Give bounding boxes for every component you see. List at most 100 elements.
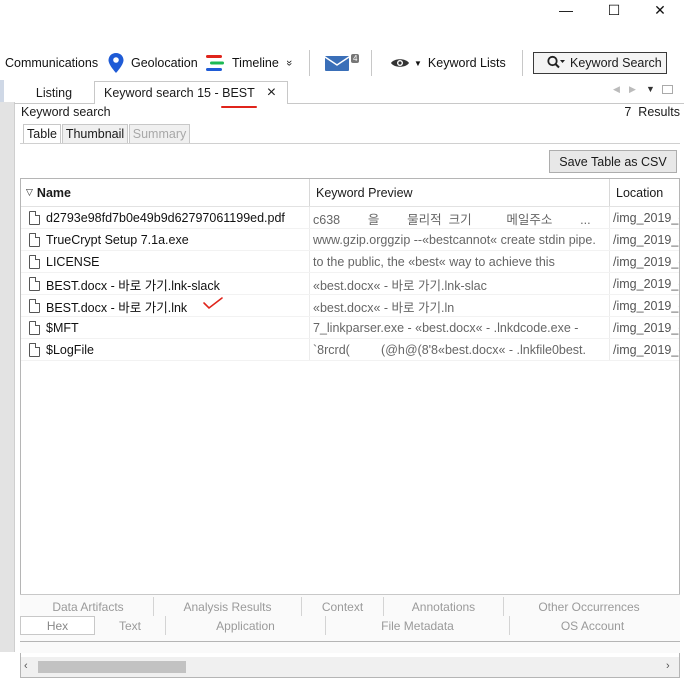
subtab-table-label: Table	[27, 127, 57, 141]
table-row[interactable]: TrueCrypt Setup 7.1a.exe www.gzip.orggzip…	[21, 229, 679, 251]
cell-location: /img_2019_c	[613, 233, 679, 247]
file-name: $LogFile	[46, 343, 94, 357]
scroll-right-arrow-icon[interactable]: ›	[666, 660, 670, 672]
sort-descending-icon: ▽	[26, 187, 33, 197]
mail-icon	[324, 56, 350, 71]
tab-annotations[interactable]: Annotations	[384, 597, 504, 616]
red-checkmark-annotation	[203, 297, 223, 310]
subtab-summary[interactable]: Summary	[129, 124, 190, 144]
mail-button[interactable]: 4	[324, 52, 360, 74]
file-name: BEST.docx - 바로 가기.lnk-slack	[46, 278, 220, 293]
tab-listing-label: Listing	[35, 85, 73, 100]
tab-text[interactable]: Text	[95, 616, 166, 635]
tab-text-label: Text	[118, 618, 141, 633]
file-icon	[29, 211, 40, 225]
cell-location: /img_2019_c	[613, 343, 679, 357]
file-name: $MFT	[46, 321, 79, 335]
timeline-icon	[206, 55, 224, 71]
cell-keyword-preview: www.gzip.orggzip --«bestcannot« create s…	[313, 233, 596, 247]
tab-file-metadata-label: File Metadata	[381, 618, 454, 633]
tab-application[interactable]: Application	[166, 616, 326, 635]
toolbar-divider	[309, 50, 310, 76]
table-row[interactable]: $LogFile `8rcrd( (@h@(8'8«best.docx« - .l…	[21, 339, 679, 361]
column-header-preview-label: Keyword Preview	[316, 185, 413, 200]
toolbar-divider	[371, 50, 372, 76]
toolbar-divider	[522, 50, 523, 76]
subtab-content-border	[20, 143, 680, 144]
cell-name: BEST.docx - 바로 가기.lnk	[29, 295, 309, 317]
subtab-thumbnail[interactable]: Thumbnail	[62, 124, 128, 144]
bottom-content-border	[20, 641, 680, 642]
geolocation-button[interactable]: Geolocation	[107, 52, 198, 74]
column-header-location-label: Location	[616, 185, 664, 200]
table-row[interactable]: BEST.docx - 바로 가기.lnk «best.docx« - 바로 가기…	[21, 295, 679, 317]
cell-keyword-preview: «best.docx« - 바로 가기.ln	[313, 300, 455, 315]
scroll-left-arrow-icon[interactable]: ‹	[24, 660, 28, 672]
table-row[interactable]: $MFT 7_linkparser.exe - «best.docx« - .ln…	[21, 317, 679, 339]
file-icon	[29, 233, 40, 247]
table-row[interactable]: BEST.docx - 바로 가기.lnk-slack «best.docx« -…	[21, 273, 679, 295]
column-header-name[interactable]: ▽ Name	[21, 179, 310, 206]
cell-name: d2793e98fd7b0e49b9d62797061199ed.pdf	[29, 207, 309, 229]
tab-keyword-search[interactable]: Keyword search 15 - BEST ×	[94, 81, 288, 104]
tab-hex[interactable]: Hex	[20, 616, 95, 635]
cell-location: /img_2019_c	[613, 277, 679, 291]
table-row[interactable]: d2793e98fd7b0e49b9d62797061199ed.pdf c638…	[21, 207, 679, 229]
tab-listing[interactable]: Listing	[14, 82, 94, 103]
file-icon	[29, 343, 40, 357]
left-gutter-top	[0, 80, 4, 102]
cell-keyword-preview: to the public, the «best« way to achieve…	[313, 255, 555, 269]
tab-other-occurrences[interactable]: Other Occurrences	[504, 597, 674, 616]
save-table-label: Save Table as CSV	[559, 154, 667, 169]
tab-file-metadata[interactable]: File Metadata	[326, 616, 510, 635]
minimize-button[interactable]: —	[546, 0, 586, 20]
tab-restore-icon[interactable]	[662, 85, 673, 94]
subtab-table[interactable]: Table	[23, 124, 61, 144]
tab-data-artifacts[interactable]: Data Artifacts	[23, 597, 154, 616]
tab-context[interactable]: Context	[302, 597, 384, 616]
cell-name: LICENSE	[29, 251, 309, 273]
tab-list-dropdown-icon[interactable]: ▼	[646, 84, 655, 94]
tab-os-account[interactable]: OS Account	[510, 616, 675, 635]
cell-keyword-preview: «best.docx« - 바로 가기.lnk-slac	[313, 278, 487, 293]
file-icon	[29, 255, 40, 269]
tab-analysis-results[interactable]: Analysis Results	[154, 597, 302, 616]
file-name: d2793e98fd7b0e49b9d62797061199ed.pdf	[46, 211, 285, 225]
eye-icon	[391, 59, 409, 67]
cell-name: BEST.docx - 바로 가기.lnk-slack	[29, 273, 309, 295]
tab-data-artifacts-label: Data Artifacts	[52, 599, 124, 614]
close-button[interactable]: ✕	[640, 0, 680, 20]
keyword-search-button[interactable]: Keyword Search	[533, 52, 667, 74]
communications-button[interactable]: Communications	[5, 52, 98, 74]
file-name: TrueCrypt Setup 7.1a.exe	[46, 233, 189, 247]
dropdown-arrow-icon: ▼	[414, 58, 422, 68]
column-header-name-label: Name	[36, 185, 71, 200]
horizontal-scrollbar[interactable]: ‹ ›	[21, 657, 679, 677]
close-tab-icon[interactable]: ×	[267, 85, 276, 101]
maximize-button[interactable]: ☐	[594, 0, 634, 20]
tab-os-account-label: OS Account	[560, 618, 625, 633]
tab-scroll-left-icon[interactable]: ◀	[613, 84, 620, 95]
cell-keyword-preview: 7_linkparser.exe - «best.docx« - .lnkdco…	[313, 321, 579, 335]
file-icon	[29, 321, 40, 335]
timeline-label: Timeline	[232, 56, 279, 70]
subtab-summary-label: Summary	[132, 127, 187, 141]
tab-scroll-right-icon[interactable]: ▶	[629, 84, 636, 95]
tab-annotations-label: Annotations	[411, 599, 476, 614]
file-name: BEST.docx - 바로 가기.lnk	[46, 300, 188, 315]
column-header-keyword-preview[interactable]: Keyword Preview	[310, 179, 610, 206]
timeline-button[interactable]: Timeline »	[204, 52, 295, 74]
cell-keyword-preview: `8rcrd( (@h@(8'8«best.docx« - .lnkfile0b…	[313, 343, 587, 357]
cell-location: /img_2019_c	[613, 299, 679, 313]
tab-keyword-search-label: Keyword search 15 - BEST	[104, 86, 255, 100]
cell-name: $LogFile	[29, 339, 309, 361]
keyword-lists-button[interactable]: ▼ Keyword Lists	[390, 52, 506, 74]
scrollbar-thumb[interactable]	[38, 661, 186, 673]
column-header-location[interactable]: Location	[610, 179, 679, 206]
results-count: 7 Results	[624, 105, 680, 119]
tab-hex-label: Hex	[46, 618, 69, 633]
save-table-button[interactable]: Save Table as CSV	[549, 150, 677, 173]
bottom-tabs: Data Artifacts Analysis Results Context …	[20, 594, 680, 653]
chevron-double-down-icon[interactable]: »	[283, 60, 295, 66]
table-row[interactable]: LICENSE to the public, the «best« way to …	[21, 251, 679, 273]
